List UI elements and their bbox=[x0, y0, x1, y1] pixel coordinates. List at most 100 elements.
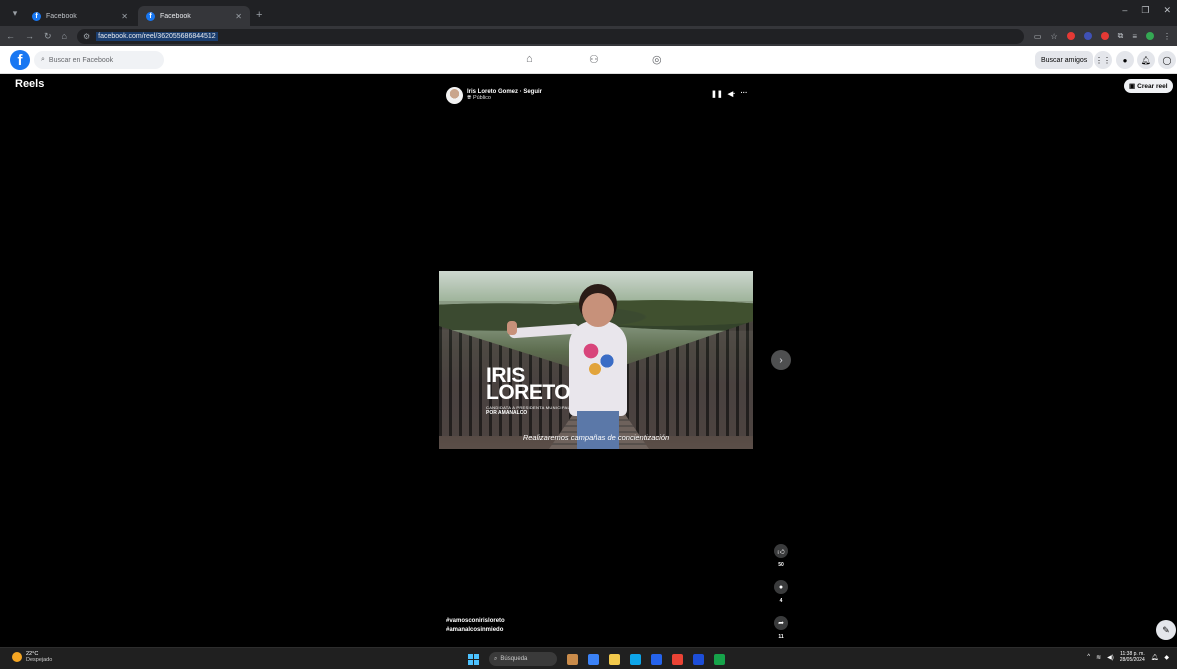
reel-hashtags: #vamosconirisloreto #amanalcosinmiedo bbox=[446, 617, 505, 635]
browser-toolbar: ← → ↻ ⌂ ⚙ facebook.com/reel/362055686844… bbox=[0, 26, 1177, 46]
address-bar[interactable]: ⚙ facebook.com/reel/362055686844512 bbox=[76, 28, 1024, 44]
excel-icon[interactable] bbox=[714, 653, 725, 665]
reel-author: Iris Loreto Gomez · Seguir 🌐︎ Público bbox=[446, 87, 542, 104]
back-icon[interactable]: ← bbox=[6, 31, 15, 41]
browser-tab[interactable]: f Facebook ✕ bbox=[24, 6, 136, 26]
taskbar-search[interactable]: ⌕ Búsqueda bbox=[489, 652, 557, 666]
profile-avatar-icon[interactable] bbox=[1146, 32, 1154, 40]
task-view-icon[interactable] bbox=[588, 653, 599, 665]
facebook-favicon-icon: f bbox=[32, 11, 41, 21]
camera-icon: ▣ bbox=[1129, 83, 1136, 90]
close-tab-icon[interactable]: ✕ bbox=[235, 12, 242, 21]
video-controls: ❚❚ ◀︎· ··· bbox=[711, 90, 747, 98]
create-reel-label: Crear reel bbox=[1137, 82, 1168, 90]
tab-title: Facebook bbox=[46, 12, 77, 20]
cast-icon[interactable]: ▭ bbox=[1034, 32, 1042, 41]
extensions-area: ▭ ☆ ⧉ ≡ ⋮ bbox=[1034, 31, 1171, 41]
friends-nav-icon[interactable]: ⚇ bbox=[589, 53, 599, 66]
store-icon[interactable] bbox=[651, 653, 662, 665]
like-count: 50 bbox=[778, 562, 784, 568]
bookmark-star-icon[interactable]: ☆ bbox=[1050, 32, 1057, 41]
video-person-embroidery bbox=[579, 339, 619, 379]
taskbar-apps: ⌕ Búsqueda bbox=[468, 652, 725, 666]
menu-icon[interactable]: ⋮ bbox=[1163, 32, 1171, 41]
url-text: facebook.com/reel/362055686844512 bbox=[96, 31, 218, 41]
sun-icon bbox=[12, 652, 22, 662]
extension-icon[interactable] bbox=[1066, 32, 1075, 40]
facebook-favicon-icon: f bbox=[146, 11, 155, 21]
minimize-icon[interactable]: – bbox=[1122, 5, 1127, 16]
new-tab-icon[interactable]: + bbox=[256, 9, 262, 21]
next-reel-button[interactable]: › bbox=[771, 350, 791, 370]
create-reel-button[interactable]: ▣ Crear reel bbox=[1124, 79, 1173, 93]
page-title: Reels bbox=[15, 78, 45, 90]
visibility-label: Público bbox=[472, 95, 491, 101]
author-avatar[interactable] bbox=[446, 87, 463, 104]
pause-icon[interactable]: ❚❚ bbox=[711, 90, 723, 98]
new-message-button[interactable]: ✎ bbox=[1156, 620, 1176, 640]
speaker-icon[interactable]: ◀︎) bbox=[1107, 654, 1114, 661]
chrome-icon[interactable] bbox=[672, 653, 683, 665]
windows-taskbar: 22°C Despejado ⌕ Búsqueda ^ ≋ ◀︎) 11:38 … bbox=[0, 647, 1177, 669]
browser-tab-active[interactable]: f Facebook ✕ bbox=[138, 6, 250, 26]
clock-date: 28/05/2024 bbox=[1119, 657, 1145, 663]
globe-icon: 🌐︎ bbox=[467, 95, 472, 101]
system-tray: ^ ≋ ◀︎) 11:38 p. m. 28/05/2024 🔔︎ ◆ bbox=[1087, 651, 1169, 663]
widgets-icon[interactable] bbox=[567, 653, 578, 665]
extension-icon[interactable] bbox=[1083, 32, 1092, 40]
comment-icon[interactable]: ● bbox=[774, 580, 788, 594]
close-tab-icon[interactable]: ✕ bbox=[121, 12, 128, 21]
puzzle-icon[interactable]: ⧉ bbox=[1118, 31, 1124, 41]
copilot-icon[interactable]: ◆ bbox=[1164, 654, 1169, 661]
groups-nav-icon[interactable]: ◎ bbox=[652, 53, 662, 66]
search-icon: ⌕ bbox=[41, 56, 45, 63]
search-icon: ⌕ bbox=[494, 655, 498, 662]
edge-icon[interactable] bbox=[630, 653, 641, 665]
site-info-icon[interactable]: ⚙ bbox=[83, 32, 90, 41]
tab-search-icon[interactable]: ▾ bbox=[6, 4, 24, 22]
volume-icon[interactable]: ◀︎· bbox=[728, 90, 736, 98]
reload-icon[interactable]: ↻ bbox=[44, 31, 52, 42]
file-explorer-icon[interactable] bbox=[609, 653, 620, 665]
app-icon[interactable] bbox=[693, 653, 704, 665]
start-icon[interactable] bbox=[468, 653, 479, 665]
facebook-logo-icon[interactable]: f bbox=[10, 50, 30, 70]
reel-video[interactable]: IRIS LORETO CANDIDATA A PRESIDENTA MUNIC… bbox=[439, 271, 753, 449]
hashtag-link[interactable]: #vamosconirisloreto bbox=[446, 617, 505, 626]
media-icon[interactable]: ≡ bbox=[1132, 32, 1137, 41]
video-scene-rail bbox=[619, 321, 753, 436]
home-nav-icon[interactable]: ⌂ bbox=[526, 53, 533, 65]
clock[interactable]: 11:38 p. m. 28/05/2024 bbox=[1120, 651, 1145, 663]
video-caption: Realizaremos campañas de concientización bbox=[522, 433, 670, 442]
hashtag-link[interactable]: #amanalcosinmiedo bbox=[446, 626, 505, 635]
forward-icon[interactable]: → bbox=[25, 31, 34, 41]
share-icon[interactable]: ➦ bbox=[774, 616, 788, 630]
facebook-search-input[interactable]: ⌕ Buscar en Facebook bbox=[34, 51, 164, 69]
close-window-icon[interactable]: ✕ bbox=[1163, 5, 1171, 16]
find-friends-button[interactable]: Buscar amigos bbox=[1035, 51, 1094, 69]
chevron-up-icon[interactable]: ^ bbox=[1087, 654, 1090, 660]
taskbar-search-label: Búsqueda bbox=[500, 656, 528, 662]
messenger-icon[interactable]: ● bbox=[1116, 51, 1134, 69]
video-overlay-location: POR AMANALCO bbox=[486, 410, 528, 416]
restore-icon[interactable]: ❐ bbox=[1141, 5, 1149, 16]
comment-count: 4 bbox=[779, 598, 783, 604]
facebook-header: f ⌕ Buscar en Facebook ⌂ ⚇ ◎ Buscar amig… bbox=[0, 46, 1177, 74]
profile-avatar[interactable]: ◯ bbox=[1158, 51, 1176, 69]
home-icon[interactable]: ⌂ bbox=[62, 31, 67, 41]
video-person-hand bbox=[507, 321, 517, 335]
menu-grid-icon[interactable]: ⋮⋮ bbox=[1094, 51, 1112, 69]
browser-tab-strip: ▾ f Facebook ✕ f Facebook ✕ + – ❐ ✕ bbox=[0, 0, 1177, 26]
weather-widget[interactable]: 22°C Despejado bbox=[12, 651, 52, 663]
share-count: 11 bbox=[778, 634, 784, 640]
video-person-jeans bbox=[577, 411, 619, 449]
wifi-icon[interactable]: ≋ bbox=[1096, 654, 1101, 661]
more-options-icon[interactable]: ··· bbox=[740, 90, 747, 98]
notifications-bell-icon[interactable]: 🔔︎ bbox=[1137, 51, 1155, 69]
search-placeholder: Buscar en Facebook bbox=[48, 56, 114, 64]
like-icon[interactable]: 👍︎ bbox=[774, 544, 788, 558]
extension-icon[interactable] bbox=[1100, 32, 1109, 40]
window-controls: – ❐ ✕ bbox=[1122, 5, 1171, 16]
notification-bell-icon[interactable]: 🔔︎ bbox=[1151, 654, 1159, 661]
weather-desc: Despejado bbox=[26, 657, 53, 663]
